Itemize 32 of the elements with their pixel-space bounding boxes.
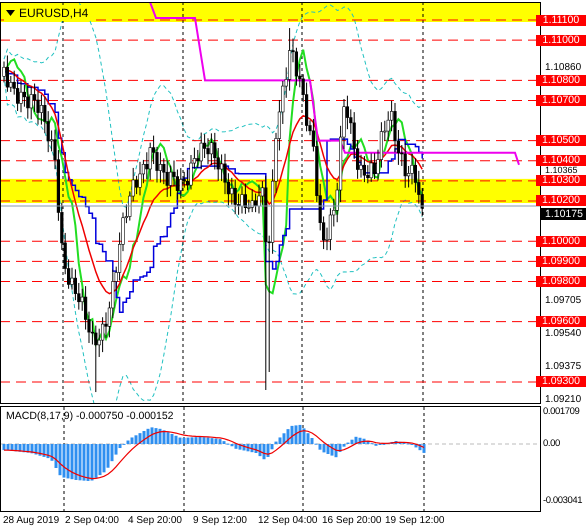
level-price-label: 1.11000	[536, 34, 586, 46]
macd-legend: MACD(8,17,9) -0.000750 -0.000152	[6, 410, 174, 422]
level-price-label: 1.10800	[536, 74, 586, 86]
level-price-label: 1.10700	[536, 94, 586, 106]
level-price-label: 1.10500	[536, 135, 586, 146]
price-tick-label: 1.09210	[545, 396, 582, 404]
current-price-label: 1.10175	[541, 208, 586, 220]
time-label: 2 Sep 04:00	[65, 515, 119, 526]
price-tick-label: 1.10860	[545, 64, 582, 72]
level-price-label: 1.10300	[536, 175, 586, 186]
time-label: 16 Sep 20:00	[322, 515, 382, 526]
time-label: 28 Aug 2019	[3, 515, 60, 526]
time-label: 12 Sep 04:00	[258, 515, 318, 526]
level-price-label: 1.10400	[536, 155, 586, 166]
level-price-label: 1.09800	[536, 276, 586, 287]
macd-tick-label: 0.00	[543, 438, 560, 450]
level-price-label: 1.10200	[536, 195, 586, 206]
time-label: 19 Sep 12:00	[385, 515, 444, 526]
price-tick-label: 1.09375	[545, 362, 582, 371]
price-tick-label: 1.10365	[545, 166, 578, 176]
price-tick-label: 1.09705	[545, 296, 582, 305]
symbol-title: EURUSD,H4	[19, 6, 88, 20]
level-price-label: 1.09900	[536, 256, 586, 267]
macd-tick-label: 0.001709	[543, 406, 580, 418]
level-price-label: 1.09300	[536, 376, 586, 388]
time-label: 9 Sep 12:00	[193, 515, 247, 526]
time-label: 4 Sep 20:00	[128, 515, 182, 526]
macd-tick-label: -0.003041	[543, 494, 582, 507]
level-price-label: 1.10000	[536, 236, 586, 247]
price-tick-label: 1.09540	[545, 330, 582, 338]
level-price-label: 1.11100	[536, 14, 586, 26]
level-price-label: 1.09600	[536, 316, 586, 328]
